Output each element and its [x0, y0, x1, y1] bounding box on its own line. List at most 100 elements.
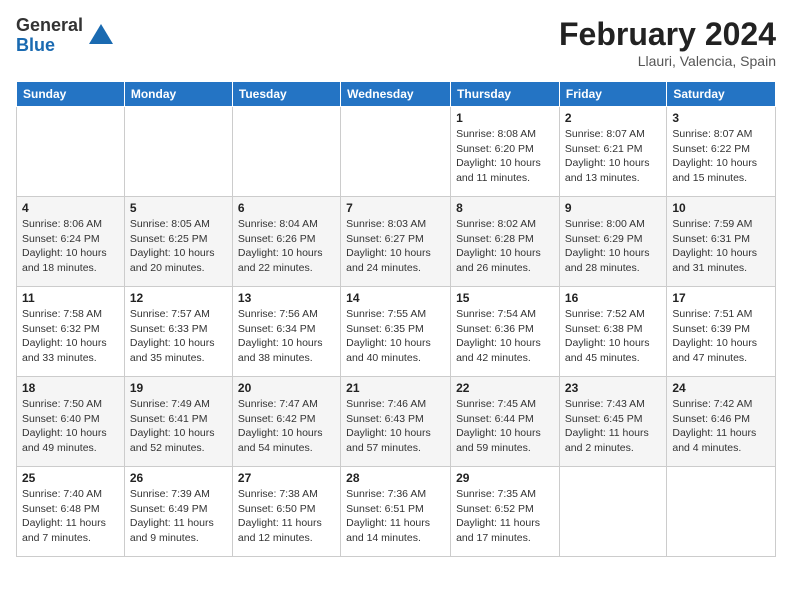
calendar-cell: 15Sunrise: 7:54 AM Sunset: 6:36 PM Dayli… [451, 287, 560, 377]
calendar-cell: 20 Sunrise: 7:47 AM Sunset: 6:42 PM Dayli… [232, 377, 340, 467]
day-info: Sunrise: 7:50 AM Sunset: 6:40 PM Dayligh… [22, 397, 119, 456]
day-info: Sunrise: 7:42 AM Sunset: 6:46 PM Dayligh… [672, 397, 770, 456]
logo-general-text: General [16, 16, 83, 36]
calendar-cell: 3 Sunrise: 8:07 AM Sunset: 6:22 PM Daylig… [667, 107, 776, 197]
weekday-header: Thursday [451, 82, 560, 107]
day-number: 14 [346, 291, 445, 305]
day-number: 29 [456, 471, 554, 485]
day-info: Sunrise: 7:35 AM Sunset: 6:52 PM Dayligh… [456, 487, 554, 546]
day-number: 17 [672, 291, 770, 305]
day-number: 2 [565, 111, 661, 125]
day-info: Sunrise: 7:55 AM Sunset: 6:35 PM Dayligh… [346, 307, 445, 366]
day-number: 1 [456, 111, 554, 125]
calendar-cell: 26 Sunrise: 7:39 AM Sunset: 6:49 PM Dayli… [124, 467, 232, 557]
day-info: Sunrise: 7:39 AM Sunset: 6:49 PM Dayligh… [130, 487, 227, 546]
calendar-cell: 25 Sunrise: 7:40 AM Sunset: 6:48 PM Dayli… [17, 467, 125, 557]
day-info: Sunrise: 7:38 AM Sunset: 6:50 PM Dayligh… [238, 487, 335, 546]
calendar-week-row: 11Sunrise: 7:58 AM Sunset: 6:32 PM Dayli… [17, 287, 776, 377]
day-info: Sunrise: 8:00 AM Sunset: 6:29 PM Dayligh… [565, 217, 661, 276]
day-info: Sunrise: 7:36 AM Sunset: 6:51 PM Dayligh… [346, 487, 445, 546]
day-number: 10 [672, 201, 770, 215]
calendar-cell [232, 107, 340, 197]
day-number: 27 [238, 471, 335, 485]
day-info: Sunrise: 7:49 AM Sunset: 6:41 PM Dayligh… [130, 397, 227, 456]
calendar-cell: 13 Sunrise: 7:56 AM Sunset: 6:34 PM Dayli… [232, 287, 340, 377]
day-info: Sunrise: 8:02 AM Sunset: 6:28 PM Dayligh… [456, 217, 554, 276]
day-number: 12 [130, 291, 227, 305]
day-info: Sunrise: 7:47 AM Sunset: 6:42 PM Dayligh… [238, 397, 335, 456]
day-number: 3 [672, 111, 770, 125]
day-number: 21 [346, 381, 445, 395]
day-info: Sunrise: 7:46 AM Sunset: 6:43 PM Dayligh… [346, 397, 445, 456]
day-number: 4 [22, 201, 119, 215]
day-number: 20 [238, 381, 335, 395]
month-year: February 2024 [559, 16, 776, 53]
calendar-cell: 9 Sunrise: 8:00 AM Sunset: 6:29 PM Daylig… [559, 197, 666, 287]
calendar-week-row: 18 Sunrise: 7:50 AM Sunset: 6:40 PM Dayli… [17, 377, 776, 467]
weekday-header: Saturday [667, 82, 776, 107]
day-number: 16 [565, 291, 661, 305]
page-header: General Blue February 2024 Llauri, Valen… [16, 16, 776, 69]
calendar-cell: 1 Sunrise: 8:08 AM Sunset: 6:20 PM Daylig… [451, 107, 560, 197]
day-info: Sunrise: 7:57 AM Sunset: 6:33 PM Dayligh… [130, 307, 227, 366]
calendar-cell: 18 Sunrise: 7:50 AM Sunset: 6:40 PM Dayli… [17, 377, 125, 467]
calendar-cell: 5Sunrise: 8:05 AM Sunset: 6:25 PM Daylig… [124, 197, 232, 287]
day-number: 5 [130, 201, 227, 215]
day-number: 8 [456, 201, 554, 215]
day-info: Sunrise: 8:04 AM Sunset: 6:26 PM Dayligh… [238, 217, 335, 276]
calendar-week-row: 1 Sunrise: 8:08 AM Sunset: 6:20 PM Daylig… [17, 107, 776, 197]
calendar-cell: 4Sunrise: 8:06 AM Sunset: 6:24 PM Daylig… [17, 197, 125, 287]
day-number: 19 [130, 381, 227, 395]
calendar-cell [17, 107, 125, 197]
day-info: Sunrise: 7:43 AM Sunset: 6:45 PM Dayligh… [565, 397, 661, 456]
day-info: Sunrise: 7:56 AM Sunset: 6:34 PM Dayligh… [238, 307, 335, 366]
day-info: Sunrise: 8:07 AM Sunset: 6:22 PM Dayligh… [672, 127, 770, 186]
day-number: 28 [346, 471, 445, 485]
day-info: Sunrise: 8:08 AM Sunset: 6:20 PM Dayligh… [456, 127, 554, 186]
weekday-header: Wednesday [341, 82, 451, 107]
calendar-cell [124, 107, 232, 197]
calendar-cell: 24Sunrise: 7:42 AM Sunset: 6:46 PM Dayli… [667, 377, 776, 467]
day-number: 22 [456, 381, 554, 395]
day-number: 13 [238, 291, 335, 305]
title-block: February 2024 Llauri, Valencia, Spain [559, 16, 776, 69]
calendar-cell: 6 Sunrise: 8:04 AM Sunset: 6:26 PM Daylig… [232, 197, 340, 287]
location: Llauri, Valencia, Spain [559, 53, 776, 69]
day-info: Sunrise: 7:59 AM Sunset: 6:31 PM Dayligh… [672, 217, 770, 276]
calendar-cell [667, 467, 776, 557]
day-number: 6 [238, 201, 335, 215]
calendar-cell: 27 Sunrise: 7:38 AM Sunset: 6:50 PM Dayli… [232, 467, 340, 557]
day-info: Sunrise: 8:07 AM Sunset: 6:21 PM Dayligh… [565, 127, 661, 186]
day-number: 26 [130, 471, 227, 485]
calendar-cell: 8 Sunrise: 8:02 AM Sunset: 6:28 PM Daylig… [451, 197, 560, 287]
calendar-cell: 2 Sunrise: 8:07 AM Sunset: 6:21 PM Daylig… [559, 107, 666, 197]
calendar-cell: 17 Sunrise: 7:51 AM Sunset: 6:39 PM Dayli… [667, 287, 776, 377]
day-number: 9 [565, 201, 661, 215]
calendar-cell [559, 467, 666, 557]
day-info: Sunrise: 7:51 AM Sunset: 6:39 PM Dayligh… [672, 307, 770, 366]
calendar-week-row: 25 Sunrise: 7:40 AM Sunset: 6:48 PM Dayli… [17, 467, 776, 557]
day-number: 15 [456, 291, 554, 305]
day-info: Sunrise: 7:45 AM Sunset: 6:44 PM Dayligh… [456, 397, 554, 456]
day-number: 7 [346, 201, 445, 215]
calendar-cell: 10 Sunrise: 7:59 AM Sunset: 6:31 PM Dayli… [667, 197, 776, 287]
day-number: 18 [22, 381, 119, 395]
weekday-header: Friday [559, 82, 666, 107]
day-number: 25 [22, 471, 119, 485]
weekday-header: Sunday [17, 82, 125, 107]
day-info: Sunrise: 8:03 AM Sunset: 6:27 PM Dayligh… [346, 217, 445, 276]
calendar-table: SundayMondayTuesdayWednesdayThursdayFrid… [16, 81, 776, 557]
day-info: Sunrise: 7:52 AM Sunset: 6:38 PM Dayligh… [565, 307, 661, 366]
calendar-cell: 16 Sunrise: 7:52 AM Sunset: 6:38 PM Dayli… [559, 287, 666, 377]
logo-blue-text: Blue [16, 36, 83, 56]
calendar-header-row: SundayMondayTuesdayWednesdayThursdayFrid… [17, 82, 776, 107]
calendar-cell: 22 Sunrise: 7:45 AM Sunset: 6:44 PM Dayli… [451, 377, 560, 467]
weekday-header: Monday [124, 82, 232, 107]
calendar-cell: 23Sunrise: 7:43 AM Sunset: 6:45 PM Dayli… [559, 377, 666, 467]
day-info: Sunrise: 7:40 AM Sunset: 6:48 PM Dayligh… [22, 487, 119, 546]
calendar-cell: 29 Sunrise: 7:35 AM Sunset: 6:52 PM Dayli… [451, 467, 560, 557]
calendar-cell: 11Sunrise: 7:58 AM Sunset: 6:32 PM Dayli… [17, 287, 125, 377]
calendar-cell: 7 Sunrise: 8:03 AM Sunset: 6:27 PM Daylig… [341, 197, 451, 287]
day-number: 11 [22, 291, 119, 305]
weekday-header: Tuesday [232, 82, 340, 107]
